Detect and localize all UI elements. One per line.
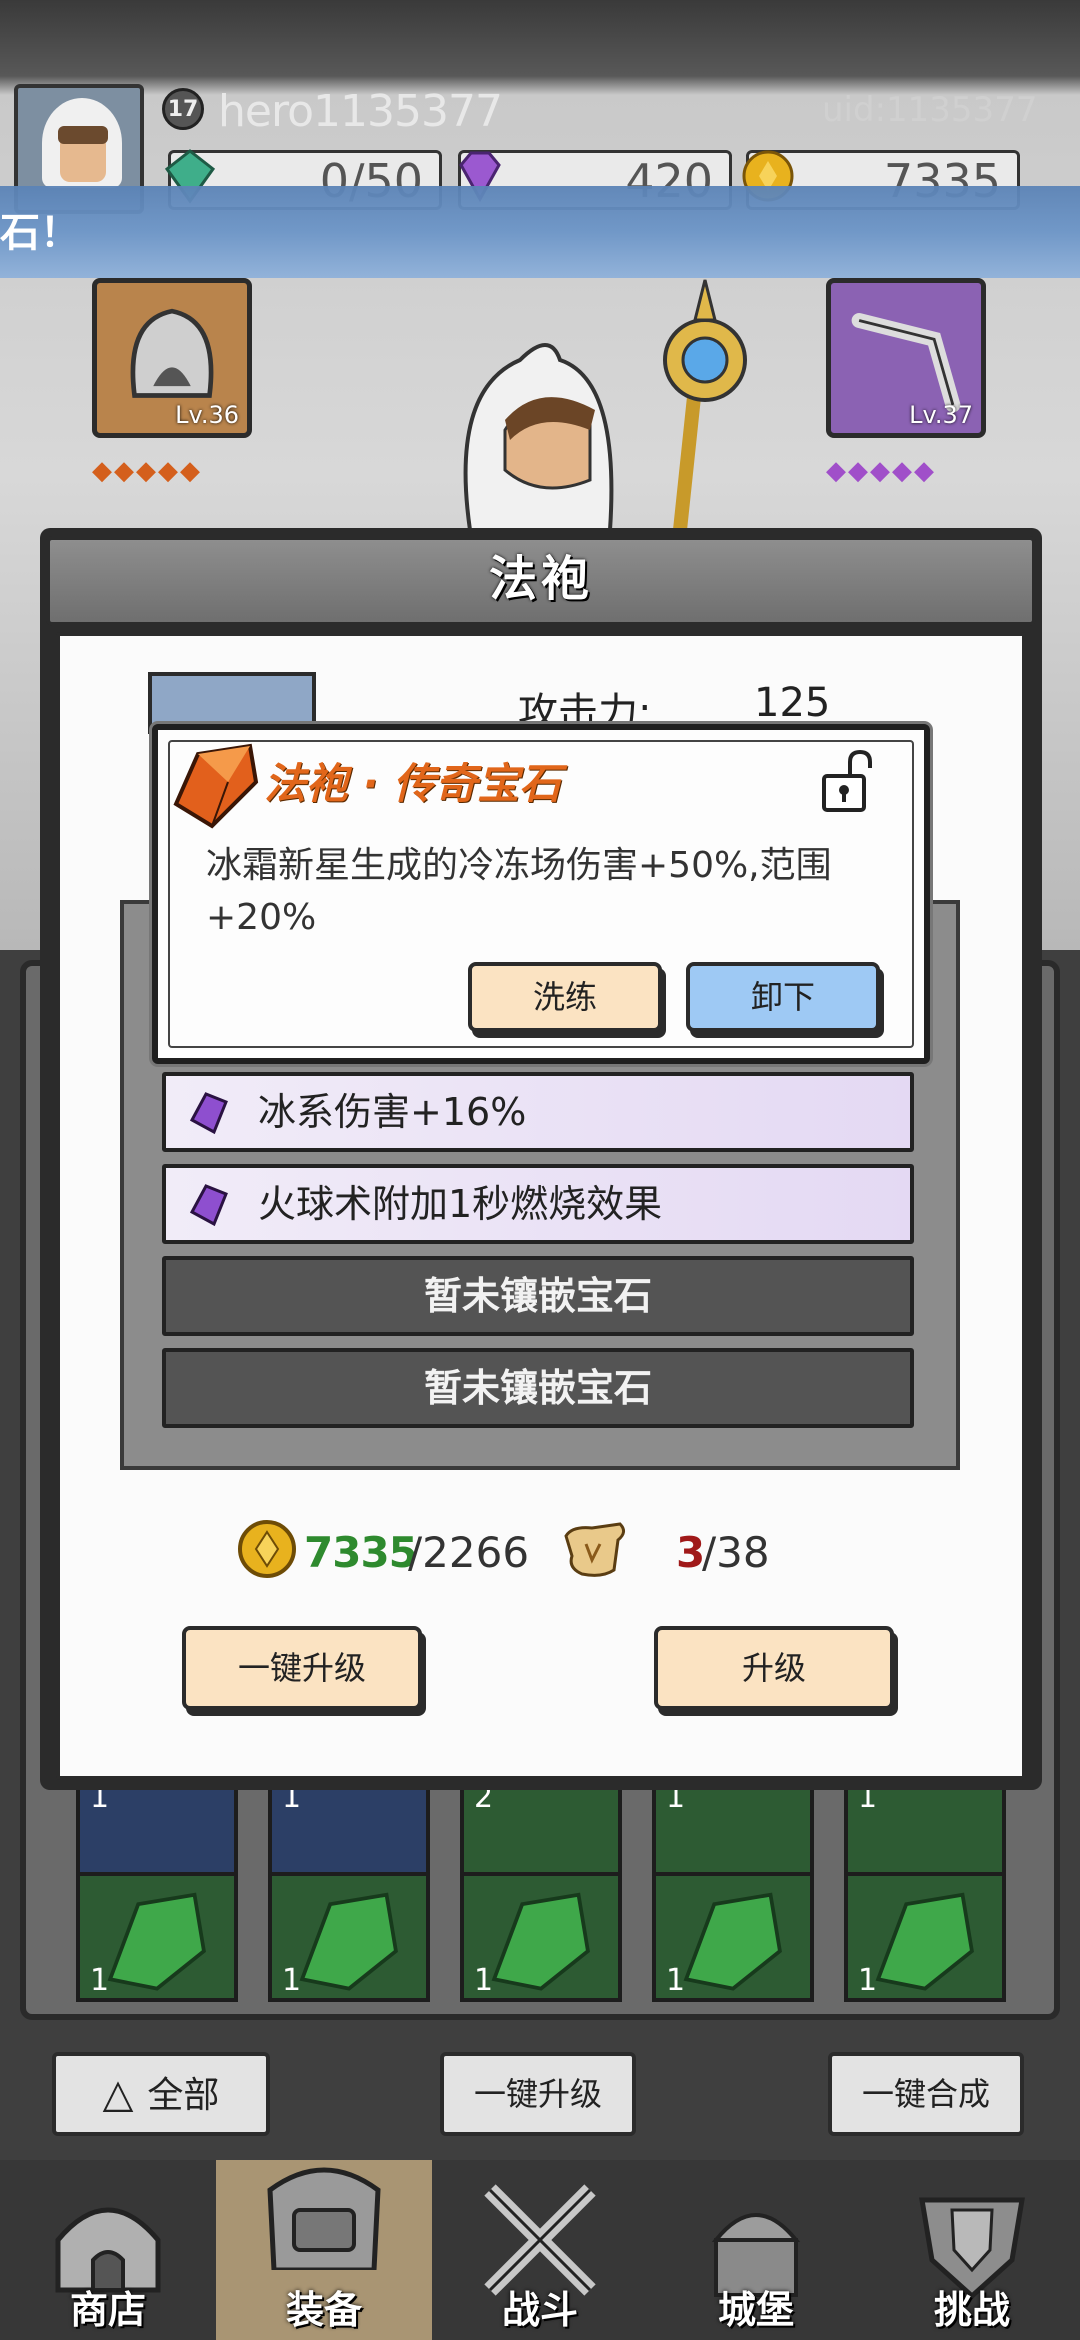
- gold-owned: 7335: [304, 1528, 418, 1577]
- scroll-owned: 3: [676, 1528, 706, 1577]
- dialog-title: 法袍: [488, 551, 593, 607]
- player-name: hero1135377: [218, 86, 503, 137]
- tooltip-title: 法袍 · 传奇宝石: [264, 759, 562, 808]
- gold-required: /2266: [408, 1528, 530, 1577]
- tab-label: 城堡: [717, 2288, 794, 2332]
- equip-slot-weapon[interactable]: Lv.37: [826, 278, 986, 438]
- bag-cell[interactable]: 1: [76, 1872, 238, 2002]
- tab-label: 挑战: [933, 2288, 1010, 2332]
- tab-shop[interactable]: 商店: [0, 2160, 216, 2340]
- tab-label: 战斗: [501, 2288, 578, 2332]
- tab-challenge[interactable]: 挑战: [864, 2160, 1080, 2340]
- tab-battle[interactable]: 战斗: [432, 2160, 648, 2340]
- player-level-badge: 17: [162, 88, 204, 130]
- gem-slot-label: 暂未镶嵌宝石: [423, 1274, 652, 1318]
- gem-slot-3[interactable]: 暂未镶嵌宝石: [162, 1256, 914, 1336]
- tab-equipment[interactable]: 装备: [216, 2160, 432, 2340]
- upgrade-all-button[interactable]: 一键升级: [182, 1626, 422, 1710]
- bag-cell[interactable]: 1: [844, 1872, 1006, 2002]
- gem-slot-label: 冰系伤害+16%: [258, 1090, 527, 1134]
- gold-coin-icon: [238, 1520, 296, 1578]
- bag-cell[interactable]: 1: [652, 1872, 814, 2002]
- gem-slot-label: 火球术附加1秒燃烧效果: [258, 1182, 663, 1226]
- scroll-required: /38: [702, 1528, 770, 1577]
- gem-slot-1[interactable]: 冰系伤害+16%: [162, 1072, 914, 1152]
- bag-cell[interactable]: 1: [460, 1872, 622, 2002]
- right-star-diamonds: ◆◆◆◆◆: [826, 456, 936, 486]
- player-uid: uid:1135377: [822, 90, 1038, 130]
- backpack-icon: [267, 2167, 381, 2270]
- filter-label: 全部: [147, 2075, 220, 2116]
- legendary-orange-gem-icon: [173, 743, 259, 829]
- unlocked-padlock-icon[interactable]: [820, 748, 876, 814]
- tab-label: 装备: [285, 2288, 362, 2332]
- tooltip-description: 冰霜新星生成的冷冻场伤害+50%,范围+20%: [206, 845, 832, 938]
- unequip-button[interactable]: 卸下: [686, 962, 880, 1032]
- hero-character: [463, 279, 747, 530]
- slot-level: Lv.37: [909, 401, 973, 429]
- notice-banner: [0, 186, 1080, 278]
- filter-triangle-icon: △: [102, 2071, 134, 2117]
- upgrade-button[interactable]: 升级: [654, 1626, 894, 1710]
- attack-value: 125: [754, 680, 831, 726]
- tab-label: 商店: [69, 2288, 146, 2332]
- scroll-icon: [564, 1522, 625, 1577]
- gem-slot-2[interactable]: 火球术附加1秒燃烧效果: [162, 1164, 914, 1244]
- notice-text: 石！: [0, 210, 80, 256]
- slot-level: Lv.36: [175, 401, 239, 429]
- bag-cell[interactable]: 1: [268, 1872, 430, 2002]
- left-star-diamonds: ◆◆◆◆◆: [92, 456, 202, 486]
- equip-slot-helmet[interactable]: Lv.36: [92, 278, 252, 438]
- gem-slot-4[interactable]: 暂未镶嵌宝石: [162, 1348, 914, 1428]
- purple-gem-icon: [189, 1184, 228, 1227]
- tab-castle[interactable]: 城堡: [648, 2160, 864, 2340]
- reroll-button[interactable]: 洗练: [468, 962, 662, 1032]
- merge-all-button[interactable]: 一键合成: [828, 2052, 1024, 2136]
- purple-gem-icon: [189, 1092, 228, 1135]
- bag-upgrade-all-button[interactable]: 一键升级: [440, 2052, 636, 2136]
- filter-all-button[interactable]: △ 全部: [52, 2052, 270, 2136]
- gem-slot-label: 暂未镶嵌宝石: [423, 1366, 652, 1410]
